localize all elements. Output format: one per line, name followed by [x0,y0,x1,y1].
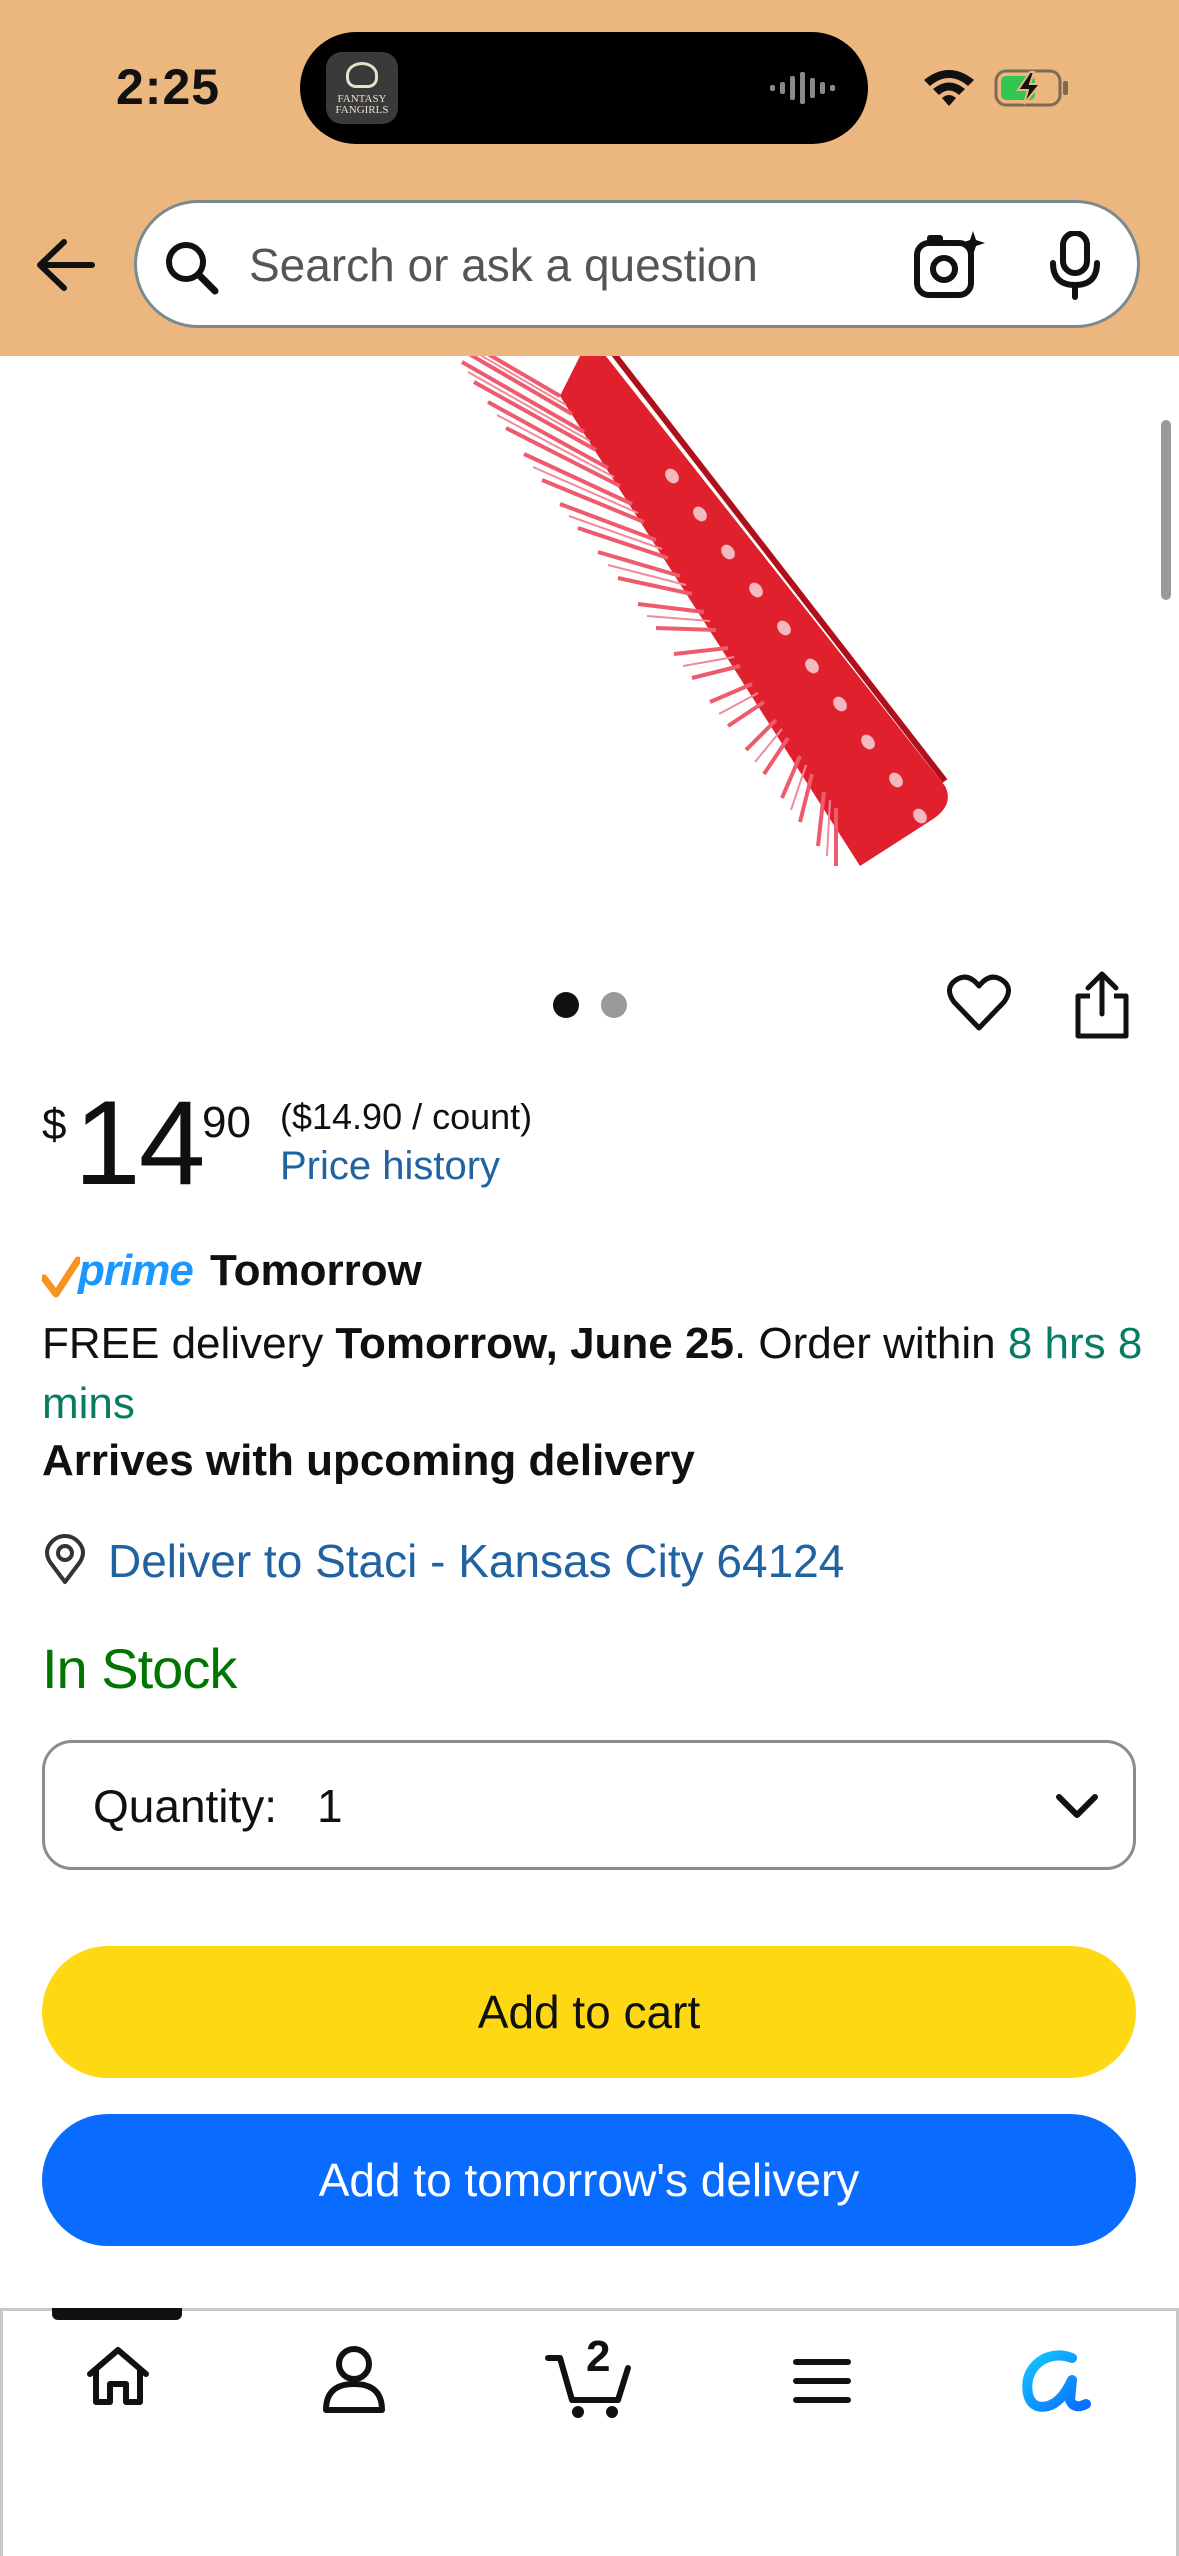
island-app-label: FANTASY FANGIRLS [335,93,389,116]
rufus-icon[interactable] [1020,2350,1094,2412]
app-header: 2:25 FANTASY FANGIRLS [0,0,1179,356]
location-pin-icon[interactable] [42,1534,88,1586]
delivery-message: FREE delivery Tomorrow, June 25. Order w… [42,1314,1152,1434]
unit-price: ($14.90 / count) [280,1096,533,1137]
quantity-label: Quantity: [93,1780,278,1832]
search-icon [166,242,219,295]
arrives-note: Arrives with upcoming delivery [42,1436,695,1485]
microphone-icon[interactable] [1047,231,1103,301]
deliver-to-link[interactable]: Deliver to Staci - Kansas City 64124 [108,1534,844,1588]
page-scrollbar[interactable] [1161,420,1171,600]
wifi-icon [924,70,974,106]
price-symbol: $ [42,1100,67,1149]
price-history-link[interactable]: Price history [280,1144,500,1189]
audio-wave-icon [770,72,835,104]
carousel-dot-active[interactable] [553,992,579,1018]
delivery-prefix: FREE delivery [42,1319,336,1368]
back-arrow-icon[interactable] [32,230,100,300]
prime-check-icon [42,1256,80,1298]
search-input[interactable] [249,231,909,299]
heart-icon[interactable] [946,970,1012,1036]
product-image[interactable] [0,356,1179,956]
price-fraction: 90 [202,1098,251,1147]
add-to-cart-button[interactable]: Add to cart [42,1946,1136,2078]
dynamic-island[interactable]: FANTASY FANGIRLS [300,32,868,144]
nav-active-indicator [52,2308,182,2320]
price-whole: 14 [74,1076,205,1210]
battery-charging-icon [994,69,1068,107]
search-bar[interactable] [134,200,1140,328]
island-app-icon: FANTASY FANGIRLS [326,52,398,124]
status-time: 2:25 [116,59,221,115]
share-icon[interactable] [1070,970,1134,1042]
stock-status: In Stock [42,1637,237,1700]
chevron-down-icon [1056,1794,1098,1818]
menu-icon[interactable] [792,2352,852,2410]
cart-count-badge: 2 [586,2332,611,2381]
delivery-date: Tomorrow, June 25 [335,1319,734,1368]
prime-logo: prime [78,1246,194,1295]
camera-lens-icon[interactable] [913,229,987,301]
carousel-dot[interactable] [601,992,627,1018]
quantity-select[interactable]: Quantity: 1 [42,1740,1136,1870]
profile-icon[interactable] [320,2344,388,2414]
home-icon[interactable] [84,2344,152,2408]
cart-nav-item[interactable]: 2 [544,2332,634,2420]
add-to-tomorrow-delivery-button[interactable]: Add to tomorrow's delivery [42,2114,1136,2246]
order-within-prefix: . Order within [733,1319,1008,1368]
prime-when: Tomorrow [210,1246,422,1295]
quantity-value: 1 [317,1780,343,1832]
red-comb-image [461,356,948,866]
